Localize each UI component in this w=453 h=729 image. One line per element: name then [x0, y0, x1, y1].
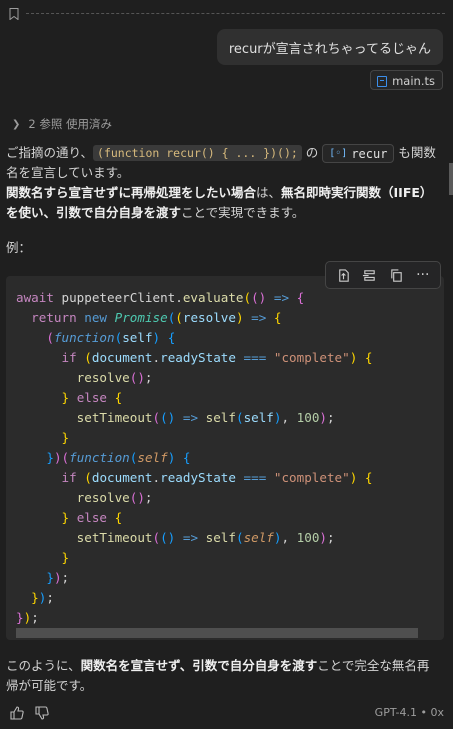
example-label: 例： — [6, 240, 32, 255]
response-text: は、 — [256, 185, 282, 200]
response-bold: 関数名を宣言せず、引数で自分自身を渡す — [80, 658, 318, 673]
typescript-file-icon — [377, 75, 388, 87]
chevron-right-icon: ❯ — [12, 118, 21, 130]
response-paragraph-1: ご指摘の通り、 (function recur() { ... })(); の [… — [6, 143, 438, 183]
copy-button[interactable] — [386, 265, 406, 285]
code-token: self — [205, 410, 236, 425]
code-token: evaluate — [182, 290, 244, 305]
references-toggle[interactable]: ❯ 2 参照 使用済み — [12, 116, 112, 132]
code-token: readyState — [160, 470, 236, 485]
more-icon: ··· — [416, 267, 430, 283]
model-label: GPT-4.1 • 0x — [374, 706, 444, 719]
response-paragraph-2: 関数名すら宣言せずに再帰処理をしたい場合は、無名即時実行関数（IIFE）を使い、… — [6, 183, 438, 223]
attachment-filename: main.ts — [392, 74, 435, 88]
code-token: "complete" — [273, 350, 350, 365]
symbol-icon: [◦] — [329, 147, 348, 159]
response-footer: GPT-4.1 • 0x — [0, 700, 453, 729]
code-token: self — [205, 530, 236, 545]
code-token: if — [61, 470, 77, 485]
code-token: resolve — [76, 370, 130, 385]
insert-at-cursor-button[interactable] — [360, 265, 380, 285]
code-token: else — [76, 510, 108, 525]
code-token: resolve — [182, 310, 236, 325]
code-token: === — [243, 470, 267, 485]
user-message: recurが宣言されちゃってるじゃん — [216, 29, 443, 65]
code-token: resolve — [76, 490, 130, 505]
code-token: setTimeout — [76, 530, 153, 545]
bookmark-icon[interactable] — [9, 8, 19, 20]
code-block[interactable]: await puppeteerClient.evaluate(() => { r… — [6, 276, 444, 640]
code-token: function — [69, 450, 130, 465]
code-token: => — [273, 290, 290, 305]
references-label: 2 参照 使用済み — [28, 117, 113, 131]
thumbs-down-icon[interactable] — [34, 705, 50, 721]
code-token: => — [182, 410, 199, 425]
code-token: function — [53, 330, 115, 345]
attachment-chip[interactable]: main.ts — [370, 70, 443, 90]
code-token: document — [91, 470, 153, 485]
code-toolbar: ··· — [325, 261, 441, 289]
inline-code: (function recur() { ... })(); — [93, 145, 302, 161]
code-token: readyState — [160, 350, 236, 365]
code-token: document — [91, 350, 153, 365]
message-divider — [0, 0, 453, 28]
copy-icon — [391, 268, 402, 282]
code-token: self — [243, 410, 274, 425]
code-token: 100 — [296, 530, 320, 545]
response-text: ことで実現できます。 — [181, 205, 305, 220]
response-text: このように、 — [6, 658, 81, 673]
code-token: Promise — [114, 310, 168, 325]
code-token: return — [31, 310, 77, 325]
insert-at-cursor-icon — [363, 269, 375, 281]
code-token: "complete" — [273, 470, 350, 485]
chat-vertical-scrollbar[interactable] — [449, 163, 453, 195]
code-token: self — [122, 330, 153, 345]
code-token: setTimeout — [76, 410, 153, 425]
code-token: 100 — [296, 410, 320, 425]
code-token: === — [243, 350, 267, 365]
dashed-divider — [26, 13, 445, 14]
response-bold: 関数名すら宣言せずに再帰処理をしたい場合 — [6, 185, 257, 200]
response-closing: このように、関数名を宣言せず、引数で自分自身を渡すことで完全な無名再帰が可能です… — [6, 656, 438, 696]
code-token: else — [76, 390, 108, 405]
response-text: の — [301, 145, 323, 160]
apply-in-editor-icon — [338, 268, 349, 282]
response-text: ご指摘の通り、 — [6, 145, 94, 160]
code-token: => — [182, 530, 199, 545]
code-token: => — [251, 310, 267, 325]
symbol-name: recur — [351, 146, 388, 161]
code-horizontal-scrollbar[interactable] — [16, 628, 418, 638]
code-token: puppeteerClient. — [53, 290, 183, 305]
code-token: self — [137, 450, 168, 465]
thumbs-up-icon[interactable] — [9, 705, 25, 721]
more-button[interactable]: ··· — [413, 265, 433, 285]
code-token: new — [84, 310, 108, 325]
code-content[interactable]: await puppeteerClient.evaluate(() => { r… — [16, 288, 373, 628]
apply-in-editor-button[interactable] — [333, 265, 353, 285]
code-token: if — [61, 350, 77, 365]
symbol-chip[interactable]: [◦] recur — [322, 144, 395, 163]
code-token: self — [243, 530, 274, 545]
code-token: await — [16, 290, 54, 305]
